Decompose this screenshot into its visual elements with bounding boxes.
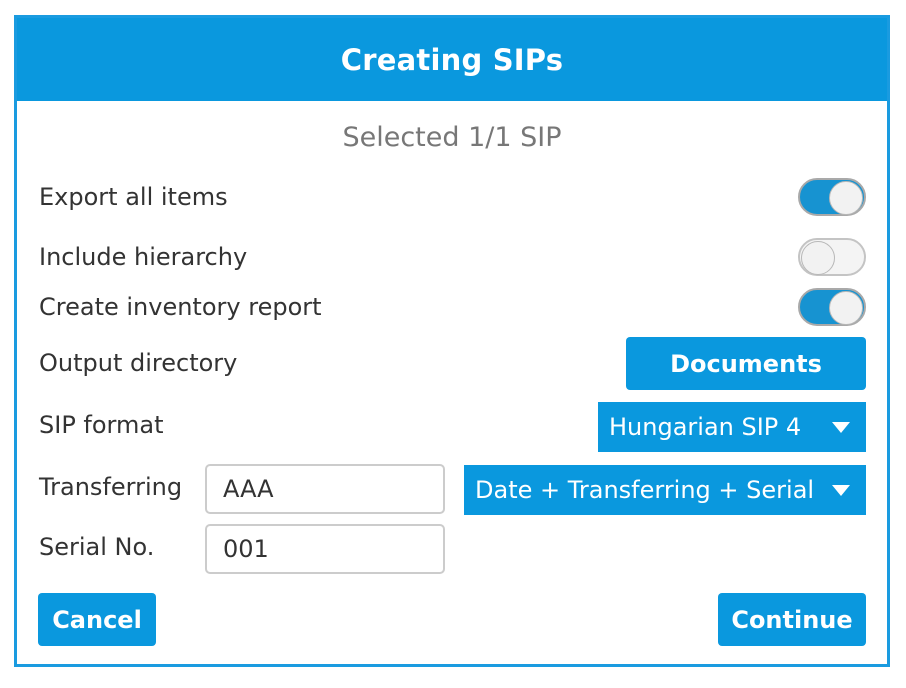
sip-format-selected-value: Hungarian SIP 4 (609, 413, 802, 441)
include-hierarchy-toggle[interactable] (798, 238, 866, 276)
transferring-input[interactable] (205, 464, 445, 514)
output-directory-label: Output directory (39, 349, 238, 377)
sip-format-select[interactable]: Hungarian SIP 4 (598, 402, 866, 452)
cancel-button[interactable]: Cancel (38, 593, 156, 646)
chevron-down-icon (832, 485, 850, 496)
naming-pattern-select[interactable]: Date + Transferring + Serial (464, 465, 866, 515)
create-sips-dialog: Creating SIPs Selected 1/1 SIP Export al… (14, 15, 890, 667)
naming-pattern-selected-value: Date + Transferring + Serial (475, 476, 815, 504)
serial-no-input[interactable] (205, 524, 445, 574)
output-directory-button[interactable]: Documents (626, 337, 866, 390)
create-inventory-report-toggle[interactable] (798, 288, 866, 326)
toggle-knob (801, 241, 835, 275)
transferring-label: Transferring (39, 473, 183, 501)
toggle-knob (829, 291, 863, 325)
dialog-title: Creating SIPs (17, 18, 887, 101)
chevron-down-icon (832, 422, 850, 433)
include-hierarchy-label: Include hierarchy (39, 243, 248, 271)
export-all-items-label: Export all items (39, 183, 228, 211)
serial-no-label: Serial No. (39, 533, 155, 561)
toggle-knob (829, 181, 863, 215)
export-all-items-toggle[interactable] (798, 178, 866, 216)
sip-format-label: SIP format (39, 411, 164, 439)
create-inventory-report-label: Create inventory report (39, 293, 322, 321)
continue-button[interactable]: Continue (718, 593, 866, 646)
selection-summary: Selected 1/1 SIP (342, 122, 562, 153)
